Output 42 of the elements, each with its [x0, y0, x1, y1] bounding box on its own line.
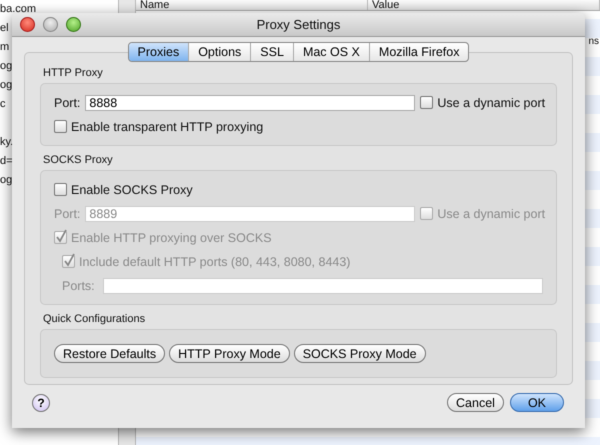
checkbox[interactable]	[420, 96, 434, 109]
checkbox[interactable]	[54, 120, 67, 133]
section-title: Quick Configurations	[43, 313, 146, 325]
port-field[interactable]: 8888	[85, 94, 416, 110]
ok-button[interactable]: OK	[510, 393, 564, 412]
list-item[interactable]: og	[0, 171, 12, 190]
list-item[interactable]: m	[0, 38, 10, 57]
section-title: HTTP Proxy	[43, 67, 104, 79]
tab[interactable]: Mozilla Firefox	[370, 43, 468, 61]
minimize-icon[interactable]	[43, 17, 58, 32]
tab[interactable]: Proxies	[128, 43, 190, 61]
checkbox-label: Enable transparent HTTP proxying	[71, 120, 264, 134]
list-item[interactable]: c	[0, 95, 6, 114]
port-label: Port:	[54, 96, 80, 110]
list-item[interactable]: d=	[0, 152, 13, 171]
port-label: Port:	[54, 206, 80, 220]
section-title: SOCKS Proxy	[43, 154, 114, 166]
preset-button[interactable]: Restore Defaults	[54, 344, 166, 363]
column-header[interactable]: Value	[372, 0, 400, 11]
close-icon[interactable]	[20, 17, 35, 32]
list-item[interactable]: ky.	[0, 133, 14, 152]
list-item[interactable]: og	[0, 57, 12, 76]
cancel-button[interactable]: Cancel	[447, 393, 504, 412]
checkbox-label: Enable SOCKS Proxy	[71, 182, 193, 196]
list-item[interactable]: og	[0, 76, 12, 95]
checkbox-label: Enable HTTP proxying over SOCKS	[71, 230, 272, 244]
list-item[interactable]: el	[0, 19, 9, 38]
checkbox-label: Include default HTTP ports (80, 443, 8080, 8443)	[79, 254, 350, 268]
help-button[interactable]: ?	[32, 394, 50, 412]
preset-button[interactable]: HTTP Proxy Mode	[169, 344, 290, 363]
table-cell: ns	[588, 36, 599, 47]
ports-label: Ports:	[62, 278, 95, 292]
preset-button[interactable]: SOCKS Proxy Mode	[294, 344, 426, 363]
zoom-icon[interactable]	[66, 17, 81, 32]
checkbox-label: Use a dynamic port	[437, 96, 546, 110]
checkbox-label: Use a dynamic port	[437, 206, 546, 220]
tab[interactable]: SSL	[251, 43, 294, 61]
tab[interactable]: Mac OS X	[294, 43, 370, 61]
column-header[interactable]: Name	[140, 0, 170, 11]
tab[interactable]: Options	[189, 43, 252, 61]
ports-field[interactable]	[102, 278, 543, 294]
window-title: Proxy Settings	[256, 17, 340, 32]
